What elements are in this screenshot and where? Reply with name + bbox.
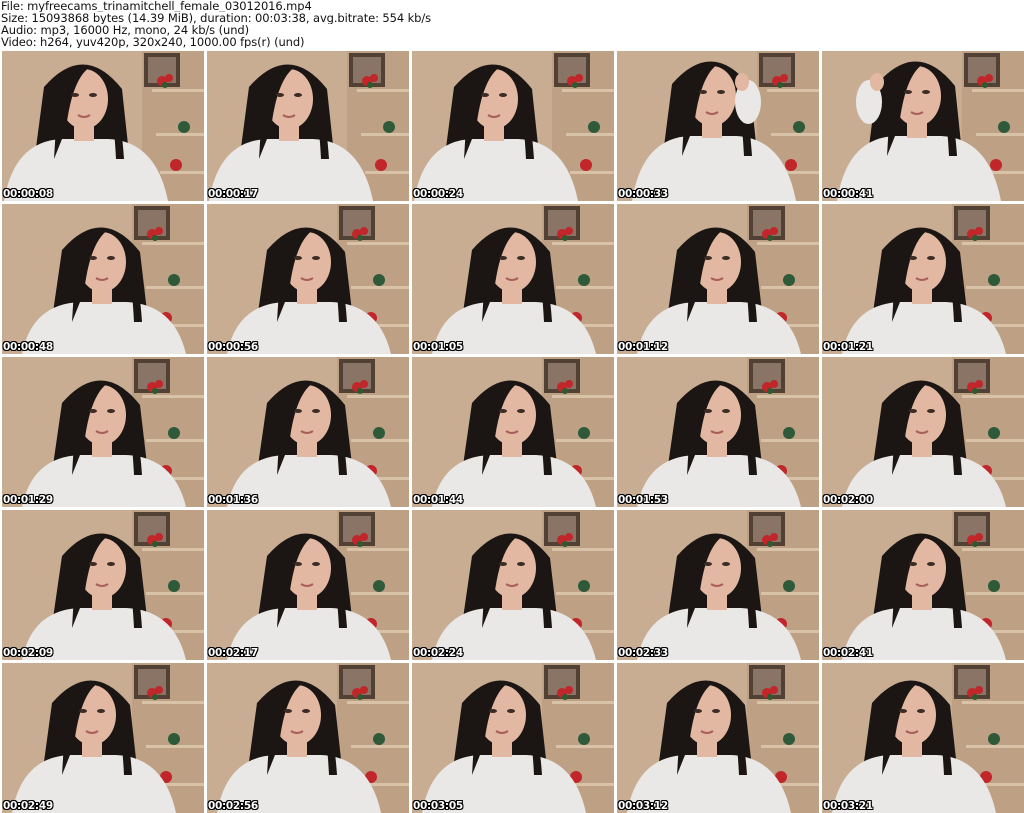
video-frame-thumbnail[interactable]: 00:02:00 (822, 357, 1024, 507)
frame-image (2, 663, 204, 813)
frame-timestamp: 00:00:48 (3, 341, 53, 353)
frame-timestamp: 00:02:49 (3, 800, 53, 812)
video-frame-thumbnail[interactable]: 00:02:09 (2, 510, 204, 660)
frame-timestamp: 00:02:09 (3, 647, 53, 659)
frame-timestamp: 00:01:44 (413, 494, 463, 506)
frame-timestamp: 00:02:33 (618, 647, 668, 659)
frame-image (617, 204, 819, 354)
frame-timestamp: 00:01:21 (823, 341, 873, 353)
frame-timestamp: 00:02:00 (823, 494, 873, 506)
frame-timestamp: 00:03:12 (618, 800, 668, 812)
frame-image (207, 51, 409, 201)
frame-image (2, 51, 204, 201)
frame-timestamp: 00:00:33 (618, 188, 668, 200)
frame-timestamp: 00:00:17 (208, 188, 258, 200)
video-frame-thumbnail[interactable]: 00:00:56 (207, 204, 409, 354)
video-frame-thumbnail[interactable]: 00:02:24 (412, 510, 614, 660)
frame-image (412, 510, 614, 660)
frame-image (412, 357, 614, 507)
video-frame-thumbnail[interactable]: 00:02:41 (822, 510, 1024, 660)
frame-timestamp: 00:02:24 (413, 647, 463, 659)
video-frame-thumbnail[interactable]: 00:03:21 (822, 663, 1024, 813)
frame-image (822, 357, 1024, 507)
frame-timestamp: 00:01:05 (413, 341, 463, 353)
frame-image (207, 204, 409, 354)
video-frame-thumbnail[interactable]: 00:02:17 (207, 510, 409, 660)
video-frame-thumbnail[interactable]: 00:01:44 (412, 357, 614, 507)
frame-timestamp: 00:01:53 (618, 494, 668, 506)
frame-image (617, 357, 819, 507)
video-frame-thumbnail[interactable]: 00:03:05 (412, 663, 614, 813)
video-frame-thumbnail[interactable]: 00:00:48 (2, 204, 204, 354)
file-name-line: File: myfreecams_trinamitchell_female_03… (1, 0, 312, 12)
video-frame-thumbnail[interactable]: 00:02:33 (617, 510, 819, 660)
file-info-header: File: myfreecams_trinamitchell_female_03… (1, 0, 1021, 50)
frame-image (207, 357, 409, 507)
frame-timestamp: 00:01:36 (208, 494, 258, 506)
video-frame-thumbnail[interactable]: 00:00:41 (822, 51, 1024, 201)
frame-image (412, 663, 614, 813)
video-frame-thumbnail[interactable]: 00:02:56 (207, 663, 409, 813)
video-frame-thumbnail[interactable]: 00:01:53 (617, 357, 819, 507)
video-frame-thumbnail[interactable]: 00:02:49 (2, 663, 204, 813)
file-size-line: Size: 15093868 bytes (14.39 MiB), durati… (1, 12, 432, 24)
frame-timestamp: 00:03:21 (823, 800, 873, 812)
frame-image (617, 510, 819, 660)
frame-timestamp: 00:02:41 (823, 647, 873, 659)
frame-image (617, 51, 819, 201)
video-frame-thumbnail[interactable]: 00:01:05 (412, 204, 614, 354)
frame-image (822, 204, 1024, 354)
frame-image (2, 357, 204, 507)
audio-info-line: Audio: mp3, 16000 Hz, mono, 24 kb/s (und… (1, 24, 249, 36)
frame-timestamp: 00:00:08 (3, 188, 53, 200)
video-frame-thumbnail[interactable]: 00:00:17 (207, 51, 409, 201)
frame-image (2, 204, 204, 354)
thumbnail-grid: 00:00:08 00:00:17 00:00:24 00:00:33 00:00:41… (2, 51, 1024, 813)
frame-image (822, 663, 1024, 813)
video-info-line: Video: h264, yuv420p, 320x240, 1000.00 f… (1, 36, 305, 48)
video-frame-thumbnail[interactable]: 00:00:08 (2, 51, 204, 201)
video-frame-thumbnail[interactable]: 00:01:29 (2, 357, 204, 507)
frame-timestamp: 00:01:12 (618, 341, 668, 353)
frame-image (2, 510, 204, 660)
frame-image (412, 51, 614, 201)
frame-image (207, 510, 409, 660)
frame-image (822, 510, 1024, 660)
frame-timestamp: 00:02:17 (208, 647, 258, 659)
frame-timestamp: 00:02:56 (208, 800, 258, 812)
frame-timestamp: 00:03:05 (413, 800, 463, 812)
frame-image (207, 663, 409, 813)
video-frame-thumbnail[interactable]: 00:01:36 (207, 357, 409, 507)
video-frame-thumbnail[interactable]: 00:03:12 (617, 663, 819, 813)
frame-timestamp: 00:01:29 (3, 494, 53, 506)
video-frame-thumbnail[interactable]: 00:01:21 (822, 204, 1024, 354)
frame-image (617, 663, 819, 813)
video-frame-thumbnail[interactable]: 00:00:33 (617, 51, 819, 201)
frame-timestamp: 00:00:56 (208, 341, 258, 353)
video-frame-thumbnail[interactable]: 00:00:24 (412, 51, 614, 201)
frame-timestamp: 00:00:41 (823, 188, 873, 200)
frame-image (412, 204, 614, 354)
video-frame-thumbnail[interactable]: 00:01:12 (617, 204, 819, 354)
frame-image (822, 51, 1024, 201)
frame-timestamp: 00:00:24 (413, 188, 463, 200)
